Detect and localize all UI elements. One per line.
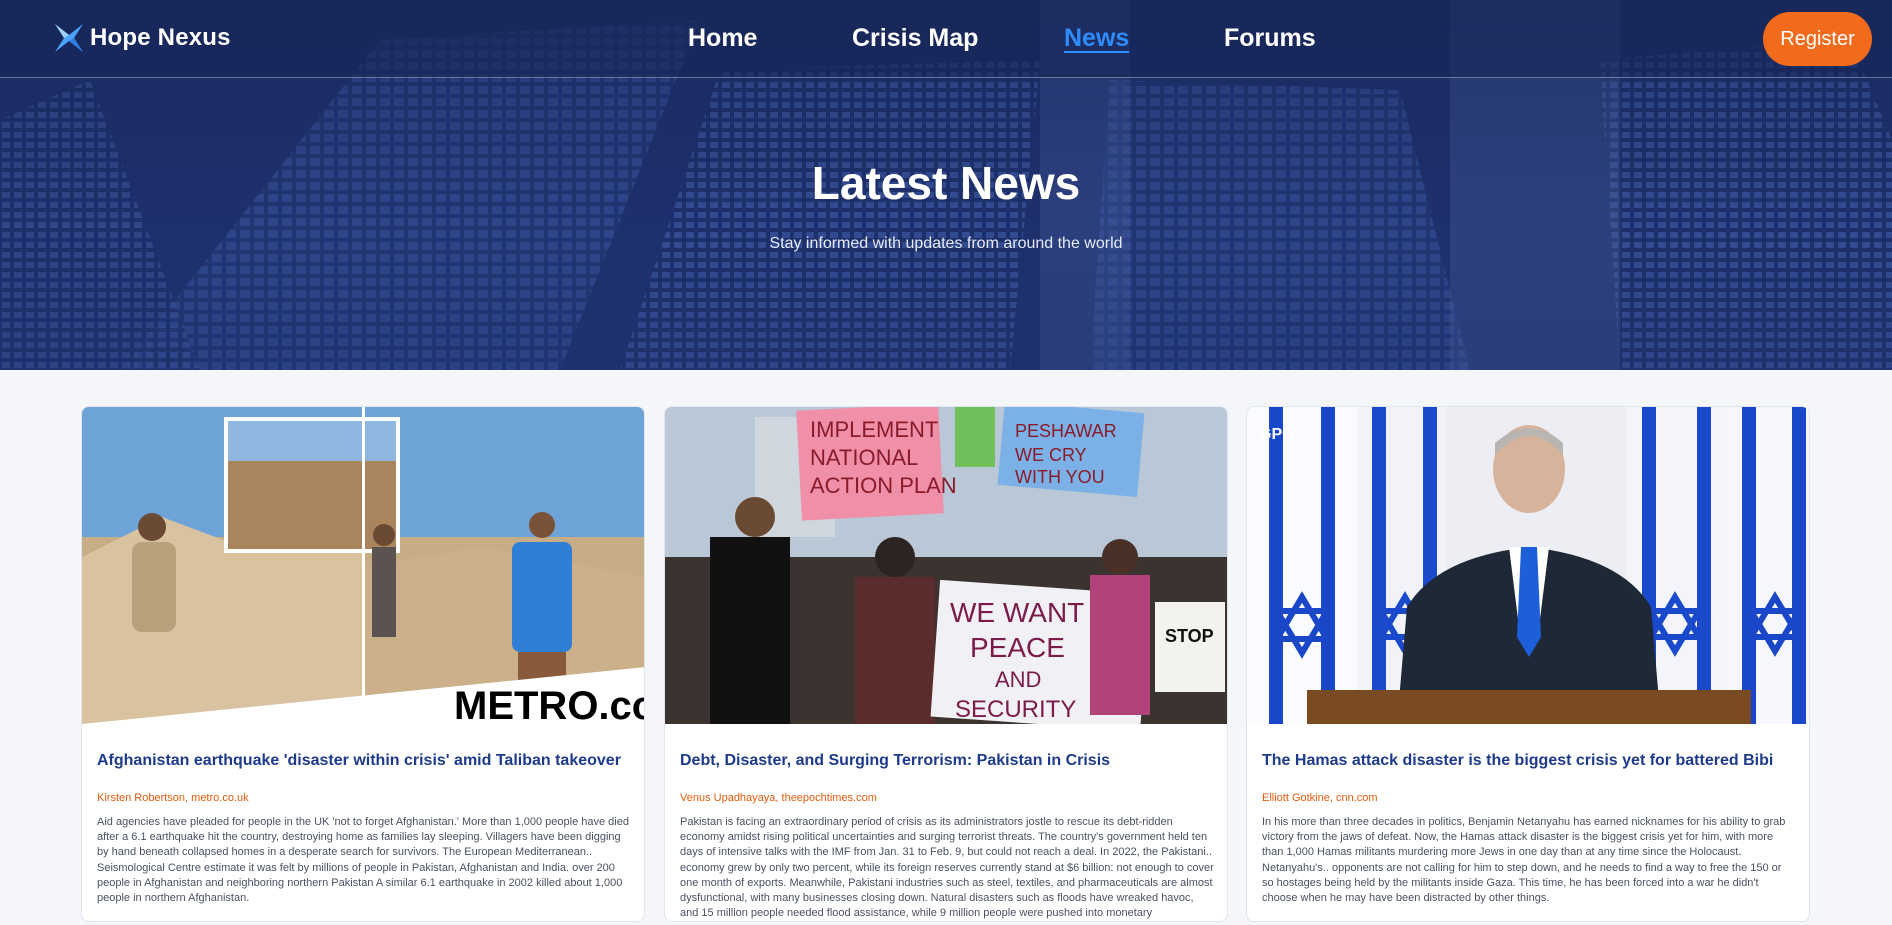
- news-card-image[interactable]: IMPLEMENT NATIONAL ACTION PLAN PESHAWAR …: [665, 407, 1227, 724]
- nav-forums[interactable]: Forums: [1224, 24, 1316, 53]
- protest-sign-text: STOP: [1165, 626, 1214, 646]
- hero-section: Hope Nexus Home Crisis Map News Forums R…: [0, 0, 1892, 370]
- brand-name: Hope Nexus: [90, 24, 231, 51]
- nav-crisis-map[interactable]: Crisis Map: [852, 24, 978, 53]
- protest-sign-text: PESHAWAR: [1015, 421, 1117, 441]
- netanyahu-press-photo: GPO: [1247, 407, 1809, 724]
- page-title: Latest News: [811, 157, 1081, 209]
- news-card-title[interactable]: The Hamas attack disaster is the biggest…: [1262, 751, 1796, 771]
- protest-sign-text: SECURITY: [955, 696, 1076, 723]
- news-card-excerpt: In his more than three decades in politi…: [1262, 816, 1786, 905]
- protest-sign-text: IMPLEMENT: [810, 417, 938, 442]
- news-card-excerpt: Pakistan is facing an extraordinary peri…: [680, 816, 1214, 920]
- protest-sign-text: WE CRY: [1015, 445, 1087, 465]
- register-button[interactable]: Register: [1763, 12, 1872, 66]
- news-card-title[interactable]: Afghanistan earthquake 'disaster within …: [97, 751, 631, 771]
- protest-sign-text: WE WANT: [950, 597, 1084, 628]
- metro-watermark: METRO.co.uk: [454, 684, 645, 724]
- protest-sign-text: ACTION PLAN: [810, 473, 957, 498]
- news-card[interactable]: METRO.co.uk Afghanistan earthquake 'disa…: [81, 406, 645, 922]
- protest-sign-text: NATIONAL: [810, 445, 918, 470]
- news-card[interactable]: IMPLEMENT NATIONAL ACTION PLAN PESHAWAR …: [664, 406, 1228, 922]
- protest-sign-text: PEACE: [970, 632, 1065, 663]
- brand-logo[interactable]: Hope Nexus: [52, 20, 231, 56]
- gpo-watermark: GPO: [1259, 426, 1295, 443]
- news-card-excerpt: Aid agencies have pleaded for people in …: [97, 816, 629, 905]
- news-card-title[interactable]: Debt, Disaster, and Surging Terrorism: P…: [680, 751, 1214, 771]
- pakistan-protest-photo: IMPLEMENT NATIONAL ACTION PLAN PESHAWAR …: [665, 407, 1227, 724]
- news-card-image[interactable]: GPO: [1247, 407, 1809, 724]
- news-card-image[interactable]: METRO.co.uk: [82, 407, 645, 724]
- news-card-author: Kirsten Robertson, metro.co.uk: [97, 792, 249, 804]
- page-subtitle: Stay informed with updates from around t…: [769, 235, 1123, 252]
- afghanistan-earthquake-photo: METRO.co.uk: [82, 407, 645, 724]
- nav-news[interactable]: News: [1064, 24, 1129, 53]
- navbar: Hope Nexus Home Crisis Map News Forums R…: [0, 0, 1892, 78]
- news-card-author: Venus Upadhayaya, theepochtimes.com: [680, 792, 877, 804]
- news-card[interactable]: GPO The Hamas attack disaster is the big…: [1246, 406, 1810, 922]
- news-card-author: Elliott Gotkine, cnn.com: [1262, 792, 1378, 804]
- nav-home[interactable]: Home: [688, 24, 757, 53]
- hope-nexus-logo-icon: [55, 24, 83, 52]
- protest-sign-text: WITH YOU: [1015, 467, 1105, 487]
- protest-sign-text: AND: [995, 667, 1041, 692]
